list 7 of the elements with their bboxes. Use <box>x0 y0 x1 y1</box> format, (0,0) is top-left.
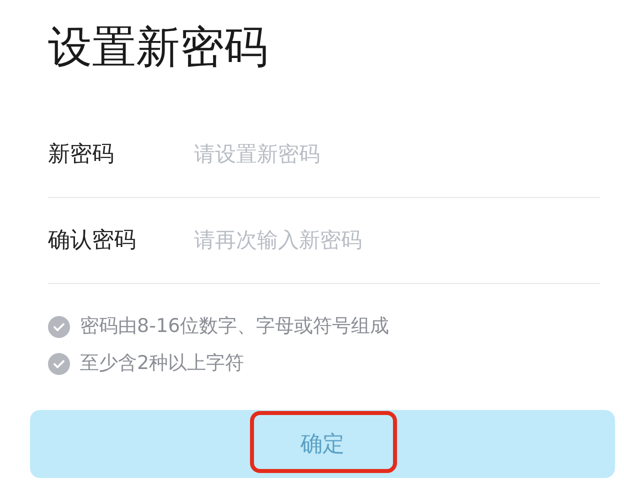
field-label: 新密码 <box>48 141 115 169</box>
password-rule: 密码由8-16位数字、字母或符号组成 <box>80 314 390 340</box>
password-field[interactable]: 请再次输入新密码 <box>194 224 600 256</box>
page-title: 设置新密码 <box>48 21 269 75</box>
field-label: 确认密码 <box>48 227 137 255</box>
password-rule: 至少含2种以上字符 <box>80 351 244 376</box>
password-field[interactable]: 请设置新密码 <box>194 138 600 170</box>
